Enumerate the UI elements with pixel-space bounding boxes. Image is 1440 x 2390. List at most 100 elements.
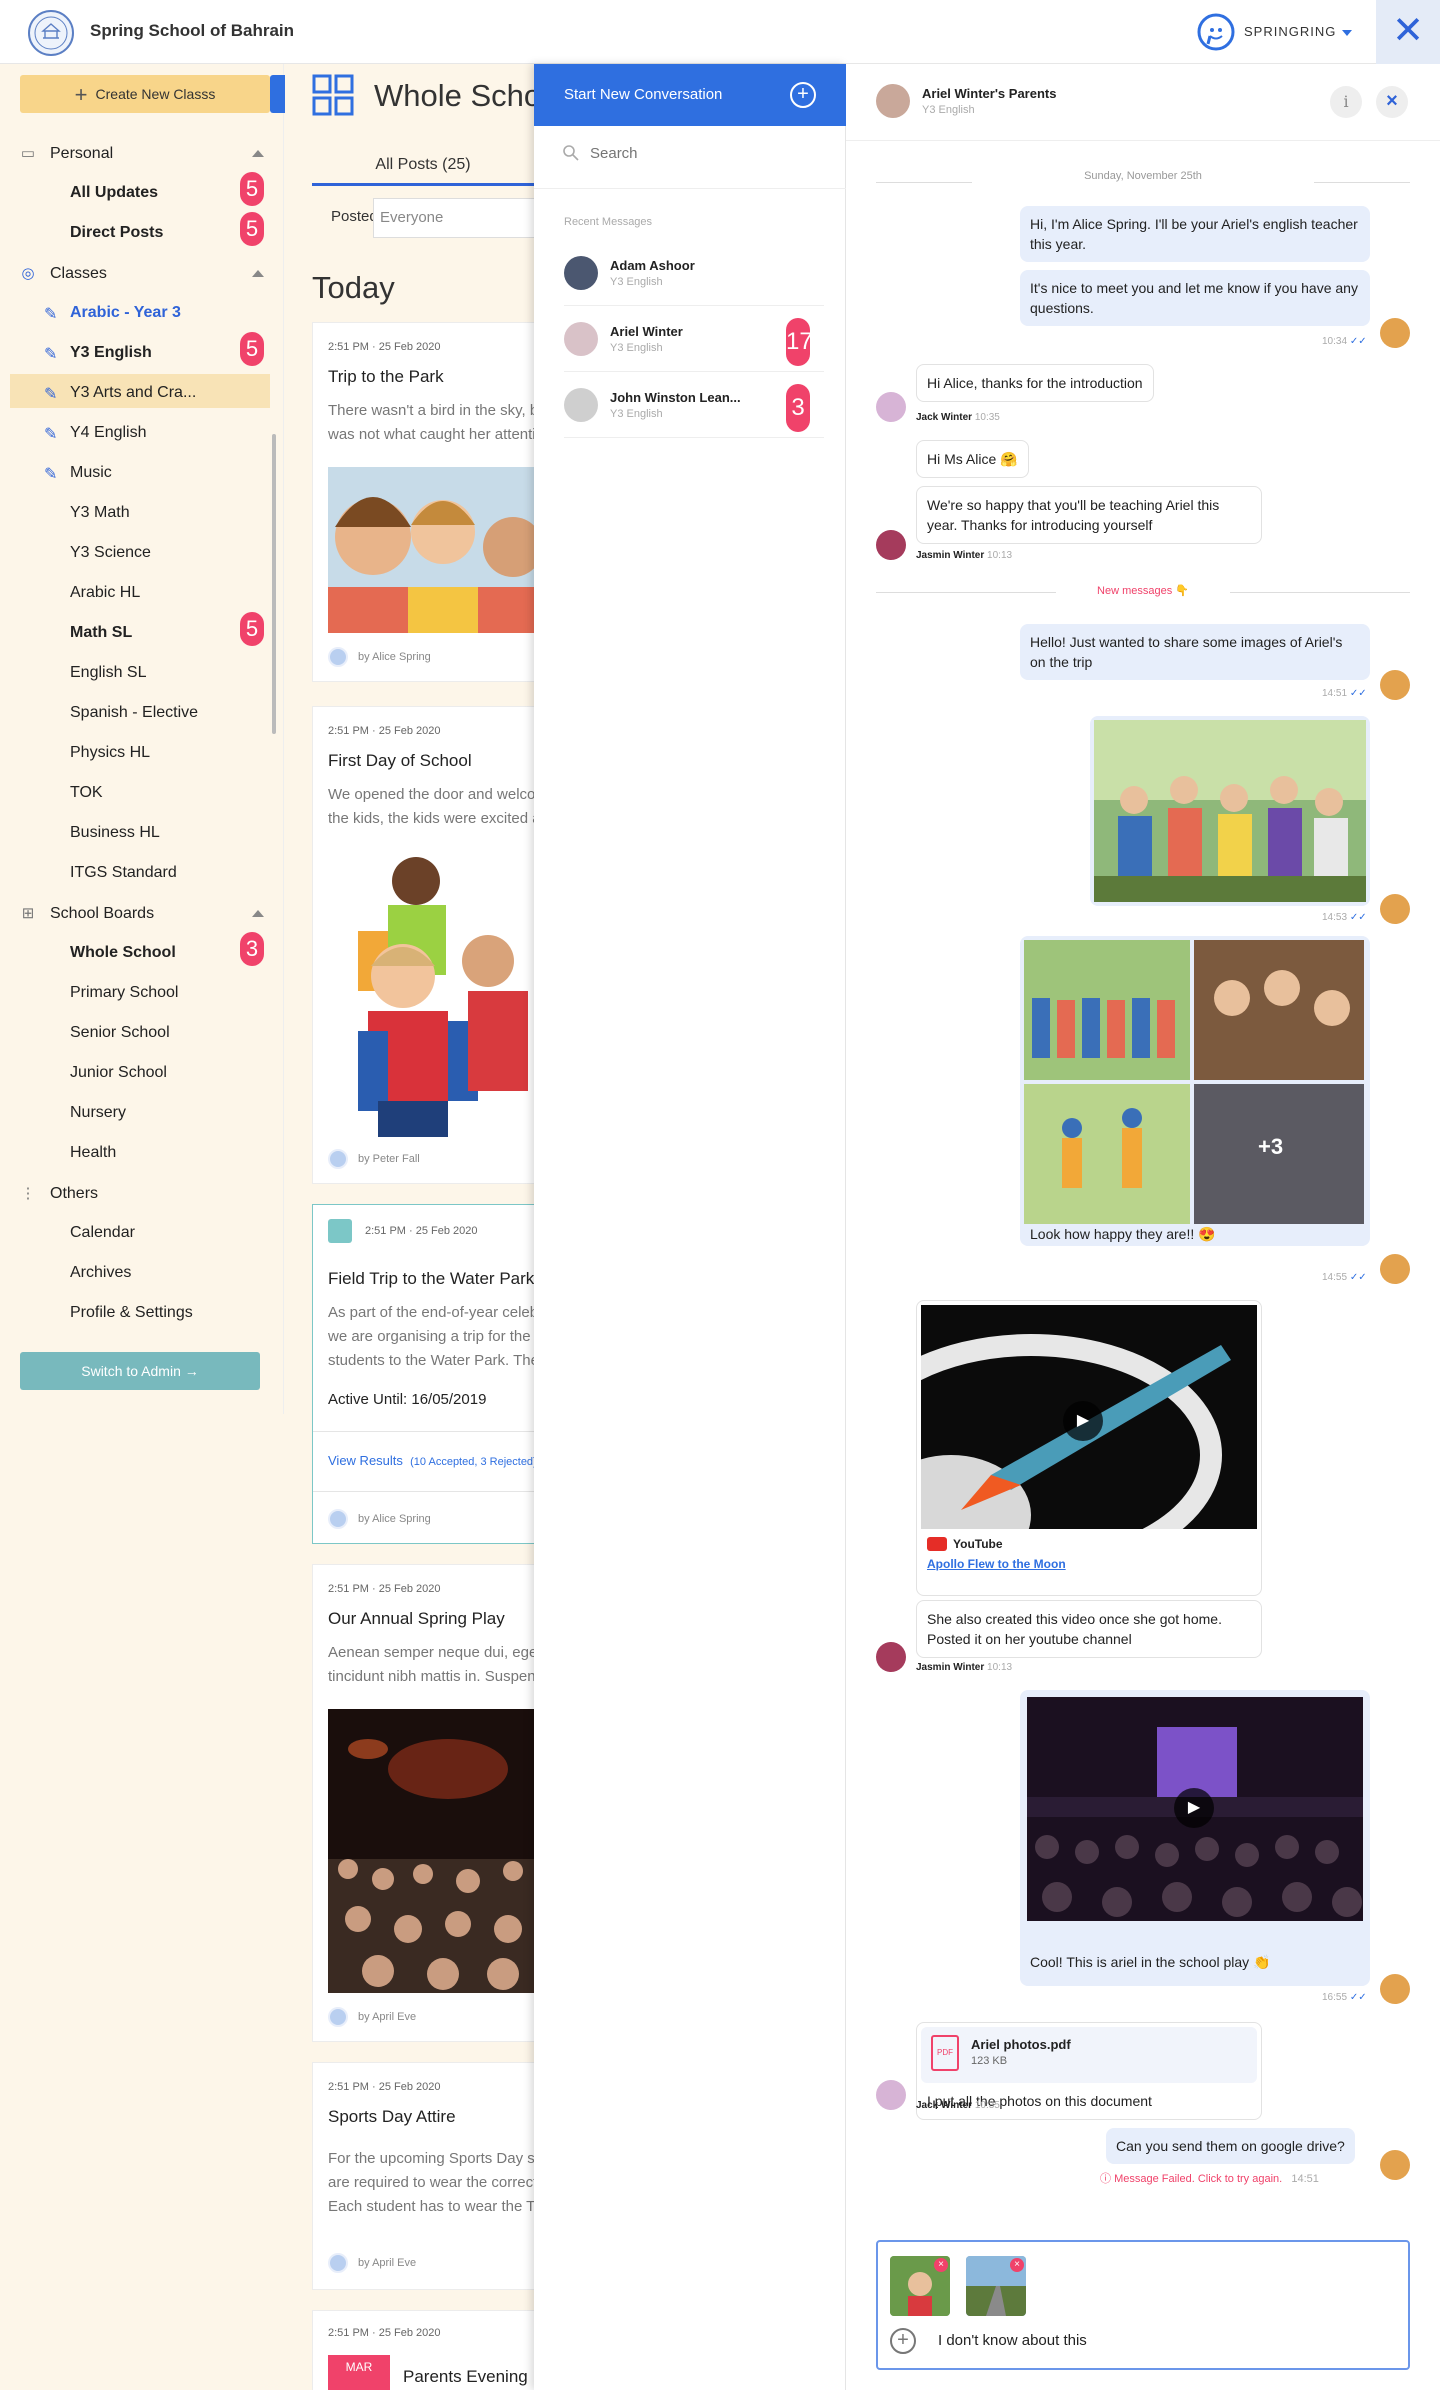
sidebar-item-class[interactable]: Music: [70, 464, 112, 482]
sidebar-item-class[interactable]: Y3 Math: [70, 504, 130, 522]
post-image: [328, 467, 534, 633]
sidebar-item-class[interactable]: Arabic HL: [70, 584, 140, 602]
post-meta: 2:51 PM · 25 Feb 2020: [328, 1583, 441, 1595]
link-title[interactable]: Apollo Flew to the Moon: [927, 1557, 1066, 1571]
sidebar-item-class[interactable]: Y4 English: [70, 424, 147, 442]
message-time: 10:34 ✓✓: [1322, 336, 1367, 347]
post-card[interactable]: 2:51 PM · 25 Feb 2020 Trip to the Park T…: [312, 322, 535, 682]
close-icon[interactable]: ✕: [1376, 0, 1440, 64]
video-message[interactable]: ▶ Cool! This is ariel in the school play…: [1020, 1690, 1370, 1986]
attachment-thumbnail[interactable]: ×: [966, 2256, 1026, 2316]
posted-to-select[interactable]: Everyone: [373, 198, 535, 238]
section-classes[interactable]: ◎ Classes: [18, 264, 106, 283]
play-icon[interactable]: ▶: [1063, 1401, 1103, 1441]
link-preview-card[interactable]: ▶ YouTube Apollo Flew to the Moon: [916, 1300, 1262, 1596]
sidebar-item-board[interactable]: Whole School: [70, 944, 176, 962]
sidebar-item-profile[interactable]: Profile & Settings: [70, 1304, 193, 1322]
double-check-icon: ✓✓: [1349, 336, 1367, 347]
close-icon[interactable]: ×: [1376, 86, 1408, 118]
info-icon[interactable]: i: [1330, 86, 1362, 118]
attachment-thumbnail[interactable]: ×: [890, 2256, 950, 2316]
message-failed-retry[interactable]: ⓘ Message Failed. Click to try again. 14…: [1100, 2170, 1319, 2186]
collapse-icon[interactable]: [252, 270, 264, 277]
sidebar-item-class[interactable]: Math SL: [70, 624, 132, 642]
author-name: by Alice Spring: [358, 1512, 431, 1525]
remove-attachment-icon[interactable]: ×: [934, 2258, 948, 2272]
sidebar-item-board[interactable]: Health: [70, 1144, 116, 1162]
post-card[interactable]: 2:51 PM · 25 Feb 2020 Sports Day Attire …: [312, 2062, 535, 2290]
avatar: [1380, 894, 1410, 924]
section-school-boards[interactable]: ⊞ School Boards: [18, 904, 154, 923]
view-results-link[interactable]: View Results (10 Accepted, 3 Rejected): [328, 1453, 534, 1468]
sidebar-item-class[interactable]: Y3 Science: [70, 544, 151, 562]
conversation-search-input[interactable]: [590, 140, 820, 166]
message-composer[interactable]: × × + I don't know about this: [876, 2240, 1410, 2370]
sidebar-item-class[interactable]: Y3 English: [70, 344, 152, 362]
image-message[interactable]: [1090, 716, 1370, 906]
message-bubble-outgoing: Hello! Just wanted to share some images …: [1020, 624, 1370, 680]
post-card-event[interactable]: 2:51 PM · 25 Feb 2020 MAR Parents Evenin…: [312, 2310, 535, 2390]
chat-panel: Ariel Winter's Parents Y3 English i × Su…: [846, 64, 1440, 2390]
collapse-icon[interactable]: [252, 150, 264, 157]
sidebar-item-board[interactable]: Nursery: [70, 1104, 126, 1122]
post-meta: 2:51 PM · 25 Feb 2020: [328, 341, 441, 353]
divider: [534, 188, 846, 189]
sidebar-item-class[interactable]: Spanish - Elective: [70, 704, 198, 722]
event-month: MAR: [328, 2355, 390, 2390]
collapse-icon[interactable]: [252, 910, 264, 917]
double-check-icon: ✓✓: [1349, 688, 1367, 699]
message-time: 14:51 ✓✓: [1322, 688, 1367, 699]
unread-badge: 3: [786, 384, 810, 432]
sidebar-item-class[interactable]: ITGS Standard: [70, 864, 177, 882]
message-input[interactable]: I don't know about this: [938, 2332, 1087, 2349]
message-bubble-incoming: We're so happy that you'll be teaching A…: [916, 486, 1262, 544]
post-card[interactable]: 2:51 PM · 25 Feb 2020 Our Annual Spring …: [312, 1564, 535, 2042]
sidebar-item-calendar[interactable]: Calendar: [70, 1224, 135, 1242]
remove-attachment-icon[interactable]: ×: [1010, 2258, 1024, 2272]
more-photos-count[interactable]: +3: [1258, 1134, 1283, 1160]
start-conversation-label: Start New Conversation: [564, 86, 723, 103]
sidebar-item-archives[interactable]: Archives: [70, 1264, 131, 1282]
section-others[interactable]: ⋮ Others: [18, 1184, 99, 1203]
sidebar-item-class[interactable]: TOK: [70, 784, 103, 802]
pencil-icon: ✎: [44, 306, 58, 323]
post-meta: 2:51 PM · 25 Feb 2020: [328, 725, 441, 737]
play-icon[interactable]: ▶: [1174, 1788, 1214, 1828]
tab-all-posts[interactable]: All Posts (25): [312, 144, 534, 186]
avatar: [328, 1509, 348, 1529]
sidebar-item-all-updates[interactable]: All Updates: [70, 184, 158, 202]
sidebar-item-class[interactable]: Y3 Arts and Cra...: [70, 384, 196, 402]
sidebar-item-class[interactable]: English SL: [70, 664, 147, 682]
message-time: 16:55 ✓✓: [1322, 1992, 1367, 2003]
create-class-button[interactable]: + Create New Classs: [20, 75, 270, 113]
time-text: 10:34: [1322, 336, 1348, 347]
switch-to-admin-button[interactable]: Switch to Admin →: [20, 1352, 260, 1390]
sidebar-item-board[interactable]: Senior School: [70, 1024, 170, 1042]
plus-icon: +: [74, 82, 88, 108]
sidebar-item-class[interactable]: Arabic - Year 3: [70, 304, 181, 322]
message-sender: Jasmin Winter 10:13: [916, 550, 1012, 561]
time-text: 16:55: [1322, 1992, 1348, 2003]
sidebar-item-class[interactable]: Physics HL: [70, 744, 150, 762]
post-author: by Peter Fall: [328, 1149, 420, 1169]
new-conversation-icon[interactable]: +: [790, 82, 816, 108]
conversation-subtitle: Y3 English: [610, 408, 663, 420]
sidebar-item-board[interactable]: Primary School: [70, 984, 178, 1002]
springring-menu[interactable]: SPRINGRING: [1196, 10, 1356, 54]
conversation-item[interactable]: Ariel Winter Y3 English 17: [564, 310, 824, 372]
sidebar-item-direct-posts[interactable]: Direct Posts: [70, 224, 163, 242]
view-results-label: View Results: [328, 1453, 403, 1468]
conversation-item[interactable]: John Winston Lean... Y3 English 3: [564, 376, 824, 438]
page-title: Whole School: [374, 78, 534, 113]
time-text: 10:35: [974, 412, 1000, 423]
conversation-item[interactable]: Adam Ashoor Y3 English: [564, 244, 824, 306]
sidebar-item-class[interactable]: Business HL: [70, 824, 160, 842]
sidebar-item-board[interactable]: Junior School: [70, 1064, 167, 1082]
add-attachment-icon[interactable]: +: [890, 2328, 916, 2354]
image-gallery-message[interactable]: +3 Look how happy they are!! 😍: [1020, 936, 1370, 1246]
sidebar-scrollbar[interactable]: [272, 434, 276, 734]
message-bubble-outgoing: It's nice to meet you and let me know if…: [1020, 270, 1370, 326]
post-card-event[interactable]: 2:51 PM · 25 Feb 2020 Field Trip to the …: [312, 1204, 535, 1544]
section-personal[interactable]: ▭ Personal: [18, 144, 113, 163]
post-card[interactable]: 2:51 PM · 25 Feb 2020 First Day of Schoo…: [312, 706, 535, 1184]
